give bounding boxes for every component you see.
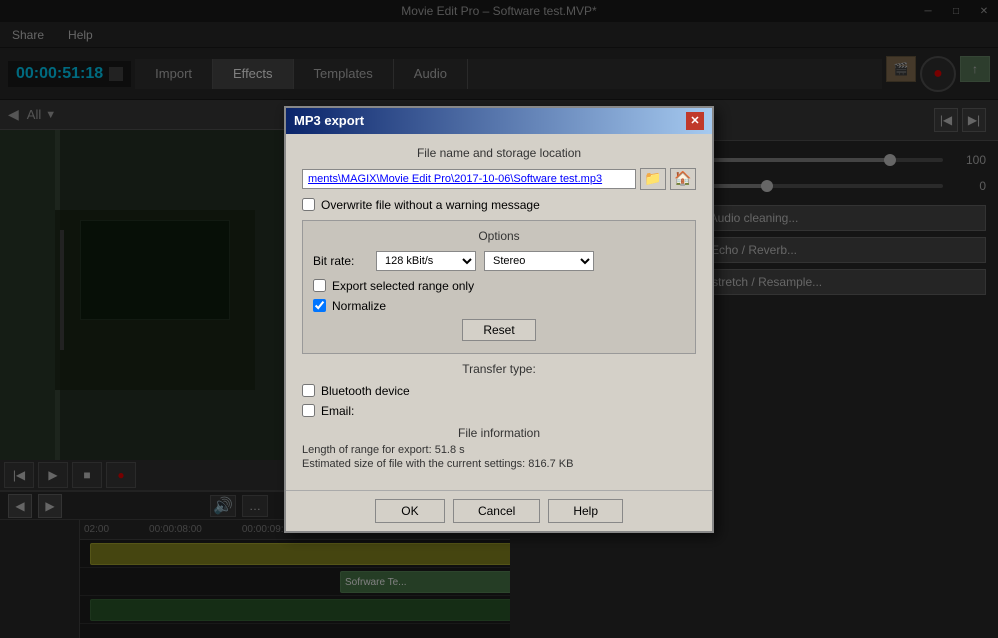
bluetooth-label: Bluetooth device [321, 384, 410, 398]
overwrite-checkbox[interactable] [302, 198, 315, 211]
export-range-checkbox[interactable] [313, 279, 326, 292]
normalize-row: Normalize [313, 299, 685, 313]
modal-title-bar: MP3 export ✕ [286, 108, 712, 134]
file-path-row: 📁 🏠 [302, 168, 696, 190]
ok-button[interactable]: OK [375, 499, 445, 523]
help-button[interactable]: Help [548, 499, 623, 523]
bluetooth-checkbox[interactable] [302, 384, 315, 397]
export-range-label: Export selected range only [332, 279, 474, 293]
email-row: Email: [302, 404, 696, 418]
bit-rate-label: Bit rate: [313, 254, 368, 268]
overwrite-checkbox-row: Overwrite file without a warning message [302, 198, 696, 212]
cancel-button[interactable]: Cancel [453, 499, 540, 523]
home-icon-button[interactable]: 🏠 [670, 168, 696, 190]
email-label: Email: [321, 404, 354, 418]
file-path-input[interactable] [302, 169, 636, 189]
normalize-checkbox[interactable] [313, 299, 326, 312]
folder-icon: 📁 [644, 170, 661, 187]
bit-rate-select[interactable]: 64 kBit/s 128 kBit/s 192 kBit/s 320 kBit… [376, 251, 476, 271]
stereo-select[interactable]: Mono Stereo [484, 251, 594, 271]
reset-button[interactable]: Reset [462, 319, 535, 341]
home-icon: 🏠 [674, 170, 691, 187]
modal-title: MP3 export [294, 113, 364, 128]
modal-footer: OK Cancel Help [286, 490, 712, 531]
options-heading: Options [313, 229, 685, 243]
modal-body: File name and storage location 📁 🏠 Overw… [286, 134, 712, 490]
overwrite-label: Overwrite file without a warning message [321, 198, 540, 212]
export-range-row: Export selected range only [313, 279, 685, 293]
mp3-export-modal: MP3 export ✕ File name and storage locat… [284, 106, 714, 533]
normalize-label: Normalize [332, 299, 386, 313]
folder-icon-button[interactable]: 📁 [640, 168, 666, 190]
bluetooth-row: Bluetooth device [302, 384, 696, 398]
modal-close-button[interactable]: ✕ [686, 112, 704, 130]
options-section: Options Bit rate: 64 kBit/s 128 kBit/s 1… [302, 220, 696, 354]
file-location-heading: File name and storage location [302, 146, 696, 160]
email-checkbox[interactable] [302, 404, 315, 417]
file-length-text: Length of range for export: 51.8 s [302, 444, 696, 456]
bit-rate-row: Bit rate: 64 kBit/s 128 kBit/s 192 kBit/… [313, 251, 685, 271]
file-info-heading: File information [302, 426, 696, 440]
file-size-text: Estimated size of file with the current … [302, 458, 696, 470]
file-info-section: File information Length of range for exp… [302, 426, 696, 470]
modal-overlay: MP3 export ✕ File name and storage locat… [0, 0, 998, 638]
transfer-heading: Transfer type: [302, 362, 696, 376]
transfer-section: Transfer type: Bluetooth device Email: [302, 362, 696, 418]
